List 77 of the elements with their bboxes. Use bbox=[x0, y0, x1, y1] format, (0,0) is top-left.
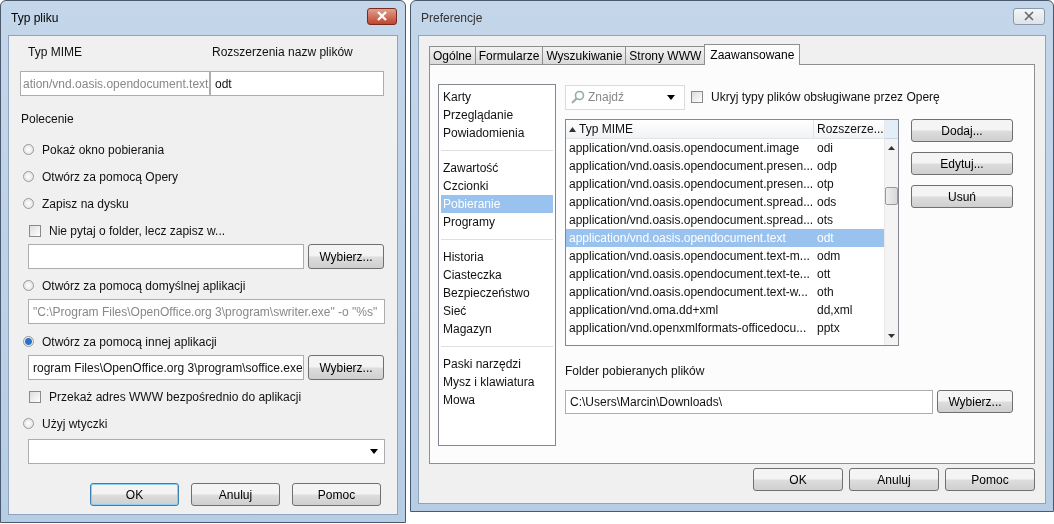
tab[interactable]: Formularze bbox=[474, 46, 544, 64]
mime-label: Typ MIME bbox=[27, 45, 83, 59]
scrollbar[interactable] bbox=[883, 120, 898, 345]
table-row[interactable]: application/vnd.oasis.opendocument.image odi bbox=[566, 139, 884, 157]
window-title: Typ pliku bbox=[11, 11, 59, 25]
mime-field[interactable]: ation/vnd.oasis.opendocument.text bbox=[20, 71, 210, 96]
command-label: Polecenie bbox=[21, 112, 75, 126]
category-item[interactable]: Mowa bbox=[441, 391, 553, 409]
dialog-button[interactable]: Anuluj bbox=[849, 468, 939, 491]
table-row[interactable]: application/vnd.openxmlformats-officedocu... pptx bbox=[566, 319, 884, 337]
search-icon bbox=[571, 90, 585, 104]
category-item[interactable]: Przeglądanie bbox=[441, 106, 553, 124]
search-field[interactable]: Znajdź bbox=[565, 84, 685, 110]
category-item[interactable]: Karty bbox=[441, 88, 553, 106]
browse-button[interactable]: Wybierz... bbox=[308, 355, 384, 380]
column-header bbox=[884, 120, 898, 139]
browse-button[interactable]: Wybierz... bbox=[937, 390, 1013, 413]
table-row[interactable]: application/vnd.oasis.opendocument.text-w... oth bbox=[566, 283, 884, 301]
window-title: Preferencje bbox=[421, 11, 483, 25]
close-button[interactable] bbox=[367, 7, 397, 25]
category-item[interactable]: Programy bbox=[441, 213, 553, 231]
extensions-label: Rozszerzenia nazw plików bbox=[212, 45, 353, 61]
column-header[interactable]: Rozszerze... bbox=[814, 120, 884, 138]
close-icon bbox=[1023, 11, 1035, 21]
category-item[interactable]: Magazyn bbox=[441, 320, 553, 338]
dialog-button[interactable]: Anuluj bbox=[191, 483, 280, 506]
checkbox-option[interactable]: Nie pytaj o folder, lecz zapisz w... bbox=[20, 217, 385, 244]
radio-option[interactable]: Otwórz za pomocą Opery bbox=[20, 163, 385, 190]
category-item[interactable]: Sieć bbox=[441, 302, 553, 320]
scroll-thumb[interactable] bbox=[884, 187, 898, 205]
table-row[interactable]: application/vnd.oasis.opendocument.text-m... odm bbox=[566, 247, 884, 265]
extensions-field[interactable]: odt bbox=[210, 71, 384, 96]
table-row[interactable]: application/vnd.oasis.opendocument.spread... ods bbox=[566, 193, 884, 211]
scroll-down-icon[interactable] bbox=[887, 334, 895, 338]
sort-arrow-icon bbox=[569, 126, 576, 132]
tab[interactable]: Wyszukiwanie bbox=[542, 46, 627, 64]
radio-option[interactable]: Zapisz na dysku bbox=[20, 190, 385, 217]
table-row[interactable]: application/vnd.oasis.opendocument.presen... odp bbox=[566, 157, 884, 175]
path-field[interactable]: rogram Files\OpenOffice.org 3\program\soffice.exe bbox=[28, 355, 304, 380]
category-item[interactable]: Mysz i klawiatura bbox=[441, 373, 553, 391]
table-row[interactable]: application/vnd.oma.dd+xml dd,xml bbox=[566, 301, 884, 319]
checkbox-option[interactable]: Przekaż adres WWW bezpośrednio do aplikacji bbox=[20, 383, 385, 410]
dialog-button[interactable]: Pomoc bbox=[945, 468, 1035, 491]
radio-option[interactable]: Pokaż okno pobierania bbox=[20, 136, 385, 163]
radio-option[interactable]: Użyj wtyczki bbox=[20, 410, 385, 437]
radio-option[interactable]: Otwórz za pomocą innej aplikacji bbox=[20, 328, 385, 355]
category-item[interactable]: Powiadomienia bbox=[441, 124, 553, 142]
radio-option[interactable]: Otwórz za pomocą domyślnej aplikacji bbox=[20, 272, 385, 299]
category-item[interactable]: Paski narzędzi bbox=[441, 355, 553, 373]
list-action-button[interactable]: Edytuj... bbox=[911, 152, 1013, 175]
folder-label: Folder pobieranych plików bbox=[565, 364, 706, 378]
path-field[interactable] bbox=[28, 244, 304, 269]
category-item[interactable]: Zawartość bbox=[441, 159, 553, 177]
browse-button[interactable]: Wybierz... bbox=[308, 244, 384, 269]
category-item[interactable]: Czcionki bbox=[441, 177, 553, 195]
tab[interactable]: Strony WWW bbox=[625, 46, 706, 64]
dropdown-arrow-icon bbox=[667, 94, 675, 100]
dialog-button[interactable]: OK bbox=[90, 483, 179, 506]
close-icon bbox=[376, 11, 388, 21]
scroll-up-icon[interactable] bbox=[887, 146, 895, 150]
dialog-button[interactable]: OK bbox=[753, 468, 843, 491]
table-row[interactable]: application/vnd.oasis.opendocument.spread... ots bbox=[566, 211, 884, 229]
tab[interactable]: Zaawansowane bbox=[704, 44, 801, 65]
dropdown-arrow-icon bbox=[370, 449, 378, 454]
column-header[interactable]: Typ MIME bbox=[566, 120, 814, 138]
category-item[interactable]: Ciasteczka bbox=[441, 266, 553, 284]
dialog-button[interactable]: Pomoc bbox=[292, 483, 381, 506]
table-row[interactable]: application/vnd.oasis.opendocument.presen... otp bbox=[566, 175, 884, 193]
table-row[interactable]: application/vnd.oasis.opendocument.text-te... ott bbox=[566, 265, 884, 283]
close-button[interactable] bbox=[1013, 7, 1045, 25]
hide-types-checkbox[interactable]: Ukryj typy plików obsługiwane przez Operę bbox=[689, 84, 940, 110]
list-action-button[interactable]: Dodaj... bbox=[911, 119, 1013, 142]
category-item[interactable]: Historia bbox=[441, 248, 553, 266]
category-item[interactable]: Bezpieczeństwo bbox=[441, 284, 553, 302]
list-action-button[interactable]: Usuń bbox=[911, 185, 1013, 208]
tab[interactable]: Ogólne bbox=[429, 46, 476, 64]
folder-field[interactable]: C:\Users\Marcin\Downloads\ bbox=[565, 390, 933, 414]
